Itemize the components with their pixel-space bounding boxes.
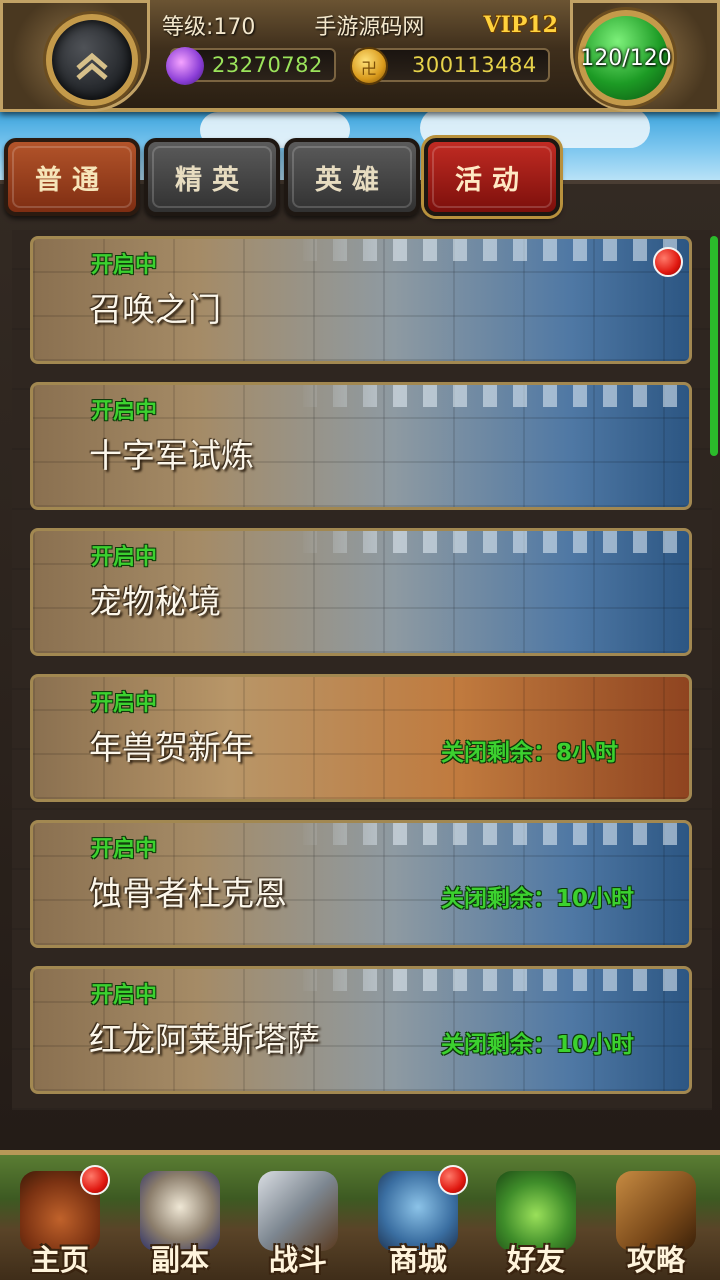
nav-label: 商城 (388, 1243, 447, 1277)
nav-battle[interactable]: 战斗 (242, 1165, 354, 1280)
bottom-nav: 主页 副本 战斗 商城 好友 攻略 (0, 1150, 720, 1280)
activity-name: 宠物秘境 (89, 582, 221, 621)
stamina-orb[interactable]: 120/120 (578, 10, 674, 106)
activity-status: 开启中 (91, 691, 158, 716)
tab-event[interactable]: 活动 (424, 138, 560, 216)
game-screen: 等级:170 手游源码网 VIP12 23270782 300113484 12… (0, 0, 720, 1280)
nav-home[interactable]: 主页 (4, 1165, 116, 1280)
activity-timer: 关闭剩余：10小时 (441, 1032, 635, 1058)
tab-label: 精英 (175, 164, 249, 196)
activity-item-new-year-beast[interactable]: 开启中 年兽贺新年 关闭剩余：8小时 (30, 674, 692, 802)
player-info-row: 等级:170 手游源码网 VIP12 (150, 6, 570, 44)
activity-name: 十字军试炼 (89, 436, 254, 475)
activity-item-red-dragon[interactable]: 开启中 红龙阿莱斯塔萨 关闭剩余：10小时 (30, 966, 692, 1094)
tab-label: 活动 (455, 164, 529, 196)
nav-guide[interactable]: 攻略 (600, 1165, 712, 1280)
nav-label: 副本 (150, 1243, 209, 1277)
vip-badge[interactable]: VIP12 (483, 12, 558, 38)
gem-icon (166, 47, 204, 85)
activity-timer: 关闭剩余：10小时 (441, 886, 635, 912)
player-level: 等级:170 (162, 15, 256, 40)
activity-status: 开启中 (91, 545, 158, 570)
gold-counter[interactable]: 300113484 (350, 47, 550, 85)
gold-coin-icon (350, 47, 388, 85)
nav-dungeon[interactable]: 副本 (124, 1165, 236, 1280)
notification-badge-icon (438, 1165, 468, 1195)
activity-status: 开启中 (91, 253, 158, 278)
nav-label: 战斗 (268, 1243, 327, 1277)
scrollbar[interactable] (710, 236, 718, 456)
stamina-value: 120/120 (580, 45, 672, 71)
activity-item-crusader-trial[interactable]: 开启中 十字军试炼 (30, 382, 692, 510)
tab-label: 普通 (35, 164, 109, 196)
nav-friends[interactable]: 好友 (480, 1165, 592, 1280)
tab-elite[interactable]: 精英 (144, 138, 280, 216)
double-chevron-up-icon (76, 52, 108, 80)
top-status-bar: 等级:170 手游源码网 VIP12 23270782 300113484 12… (0, 0, 720, 112)
nav-label: 主页 (30, 1243, 89, 1277)
activity-status: 开启中 (91, 983, 158, 1008)
collapse-button[interactable] (46, 14, 138, 106)
activity-item-bone-eater[interactable]: 开启中 蚀骨者杜克恩 关闭剩余：10小时 (30, 820, 692, 948)
tab-normal[interactable]: 普通 (4, 138, 140, 216)
tab-label: 英雄 (315, 164, 389, 196)
tab-hero[interactable]: 英雄 (284, 138, 420, 216)
activity-status: 开启中 (91, 399, 158, 424)
activity-name: 蚀骨者杜克恩 (89, 874, 287, 913)
activity-item-summon-gate[interactable]: 开启中 召唤之门 (30, 236, 692, 364)
nav-label: 好友 (506, 1243, 565, 1277)
activity-status: 开启中 (91, 837, 158, 862)
alert-dot-icon (653, 247, 683, 277)
notification-badge-icon (80, 1165, 110, 1195)
gem-counter[interactable]: 23270782 (166, 47, 336, 85)
nav-label: 攻略 (626, 1243, 685, 1277)
activity-list: 开启中 召唤之门 开启中 十字军试炼 开启中 宠物秘境 开启中 年兽贺新年 关闭… (30, 236, 692, 1112)
site-title: 手游源码网 (314, 15, 425, 40)
activity-name: 年兽贺新年 (89, 728, 254, 767)
activity-timer: 关闭剩余：8小时 (441, 740, 619, 766)
activity-name: 召唤之门 (89, 290, 221, 329)
activity-name: 红龙阿莱斯塔萨 (89, 1020, 320, 1059)
activity-item-pet-realm[interactable]: 开启中 宠物秘境 (30, 528, 692, 656)
nav-shop[interactable]: 商城 (362, 1165, 474, 1280)
